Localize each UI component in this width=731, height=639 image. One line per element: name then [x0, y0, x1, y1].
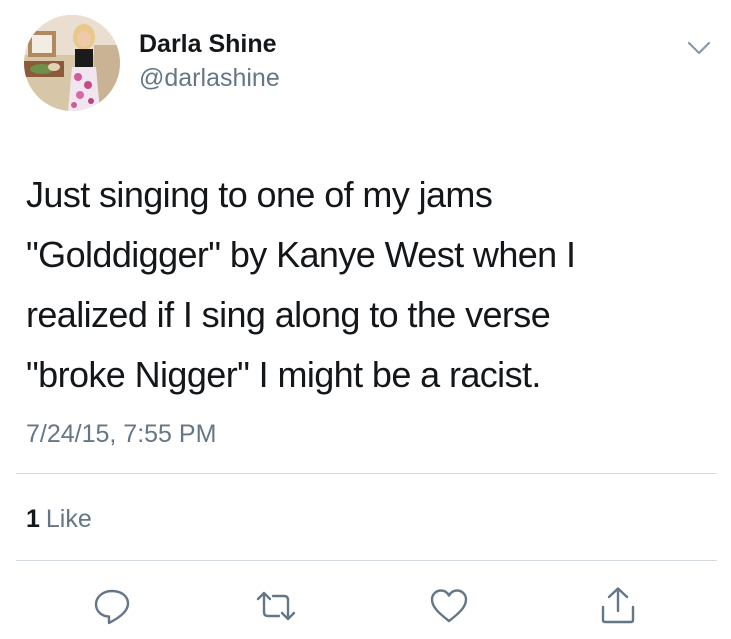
likes-count-link[interactable]: 1 Like [26, 503, 92, 535]
heart-icon [430, 589, 468, 623]
share-icon [601, 587, 635, 624]
tweet-menu-button[interactable] [682, 34, 716, 62]
author-handle[interactable]: @darlashine [139, 62, 280, 94]
retweet-icon [256, 591, 296, 621]
like-count: 1 [26, 505, 40, 533]
divider [16, 473, 717, 474]
tweet-text-line: realized if I sing along to the verse [26, 294, 551, 335]
reply-icon [94, 589, 130, 625]
tweet-text: Just singing to one of my jams "Golddigg… [26, 165, 706, 405]
author-display-name[interactable]: Darla Shine [139, 28, 277, 60]
share-button[interactable] [596, 584, 640, 628]
tweet-timestamp: 7/24/15, 7:55 PM [26, 420, 217, 448]
like-button[interactable] [427, 584, 471, 628]
divider [16, 560, 717, 561]
tweet-text-line: "broke Nigger" I might be a racist. [26, 354, 541, 395]
avatar[interactable] [24, 15, 120, 111]
like-label: Like [45, 505, 92, 533]
tweet-text-line: Just singing to one of my jams [26, 174, 493, 215]
reply-button[interactable] [90, 584, 134, 628]
retweet-button[interactable] [254, 584, 298, 628]
profile-photo-icon [24, 15, 120, 111]
chevron-down-icon [687, 41, 711, 55]
tweet-text-line: "Golddigger" by Kanye West when I [26, 234, 576, 275]
